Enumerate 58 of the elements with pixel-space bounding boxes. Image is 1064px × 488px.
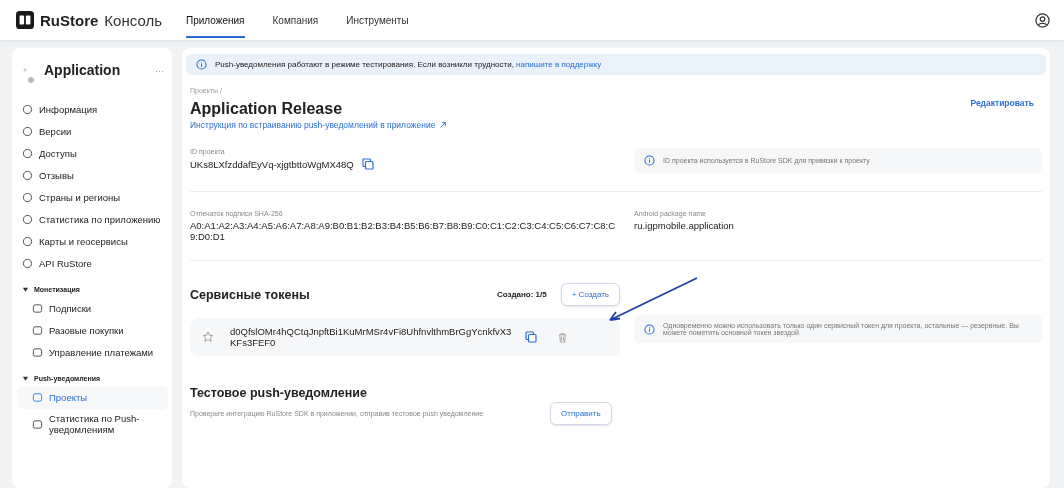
project-id: UKs8LXfzddafEyVq-xjgtbttoWgMX48Q xyxy=(190,158,354,170)
menu-item-icon xyxy=(32,324,43,336)
sha-fingerprint: A0:A1:A2:A3:A4:A5:A6:A7:A8:A9:B0:B1:B2:B3:B4:B5:B6:B7:B8:B9:C0:C1:C2:C3:C4:C5:C6:C7:C8:C9:D0:D1 xyxy=(190,220,617,242)
sidebar-item[interactable]: Управление платежами xyxy=(18,341,168,363)
menu-item-icon xyxy=(32,391,43,403)
caret-icon xyxy=(22,375,29,382)
logo-text: RuStore xyxy=(40,11,99,29)
external-link-icon xyxy=(439,121,448,129)
menu-item-icon xyxy=(22,191,33,203)
banner-text: Push-уведомления работают в режиме тестирования. Если возникли трудности, напишите в поддержку xyxy=(215,60,602,69)
menu-item-icon xyxy=(22,257,33,269)
token-count: Создано: 1/5 xyxy=(496,290,547,299)
caret-icon xyxy=(22,286,29,293)
nav-tab[interactable]: Компания xyxy=(272,2,319,38)
menu-item-icon xyxy=(32,302,43,314)
menu-item-icon xyxy=(32,346,43,358)
menu-item-icon xyxy=(22,103,33,115)
sidebar-item[interactable]: Информация xyxy=(18,98,168,120)
menu-item-icon xyxy=(22,125,33,137)
sidebar-item[interactable]: Версии xyxy=(18,120,168,142)
copy-icon[interactable] xyxy=(361,158,374,170)
sidebar-item[interactable]: Отзывы xyxy=(18,164,168,186)
edit-link[interactable]: Редактировать xyxy=(970,97,1034,108)
star-icon[interactable] xyxy=(202,331,214,343)
send-button[interactable]: Отправить xyxy=(550,402,612,425)
menu-item-icon xyxy=(22,147,33,159)
info-icon xyxy=(644,155,655,166)
app-name: Application xyxy=(44,62,122,78)
info-icon xyxy=(196,59,207,70)
app-avatar-icon xyxy=(22,66,36,86)
menu-item-icon xyxy=(32,418,43,430)
sidebar-item[interactable]: Карты и геосервисы xyxy=(18,230,168,252)
copy-icon[interactable] xyxy=(525,331,537,343)
sidebar-item[interactable]: Доступы xyxy=(18,142,168,164)
sidebar-item[interactable]: Страны и регионы xyxy=(18,186,168,208)
sidebar-item[interactable]: API RuStore xyxy=(18,252,168,274)
sidebar-item[interactable]: Разовые покупки xyxy=(18,319,168,341)
console-label: Консоль xyxy=(104,11,162,29)
sidebar-item[interactable]: Статистика по приложению xyxy=(18,208,168,230)
package-name: ru.igpmobile.application xyxy=(634,220,735,231)
nav-tab[interactable]: Приложения xyxy=(186,2,245,38)
section-title: Сервисные токены xyxy=(190,287,311,302)
logo-icon xyxy=(16,11,34,29)
support-link[interactable]: напишите в поддержку xyxy=(516,60,602,69)
info-icon xyxy=(644,323,655,335)
create-button[interactable]: + Создать xyxy=(560,283,620,306)
nav-tab[interactable]: Инструменты xyxy=(346,2,409,38)
sidebar-item[interactable]: Подписки xyxy=(18,297,168,319)
sidebar-item[interactable]: Статистика по Push-уведомлениям xyxy=(18,408,168,440)
token-value: d0QfslOMr4hQCtqJnpftBi1KuMrMSr4vFi8UhfnvlthmBrGgYcnkfvX3KFs3FEF0 xyxy=(230,326,513,348)
guide-link[interactable]: Инструкция по встраиванию push-уведомлений в приложение xyxy=(190,120,448,130)
sidebar-item[interactable]: Проекты xyxy=(18,386,168,408)
menu-item-icon xyxy=(22,235,33,247)
menu-item-icon xyxy=(22,213,33,225)
section-title: Тестовое push-уведомление xyxy=(190,386,368,400)
account-icon[interactable] xyxy=(1035,12,1050,28)
page-title: Application Release xyxy=(190,100,344,118)
menu-item-icon xyxy=(22,169,33,181)
